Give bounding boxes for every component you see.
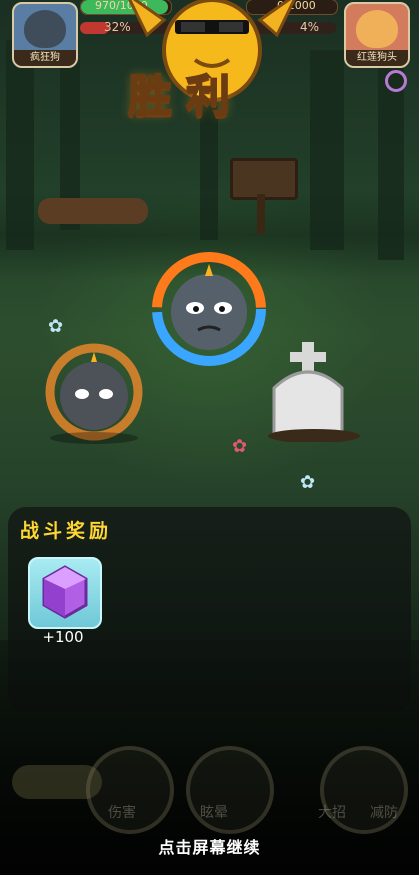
reward-item-amount: +100	[42, 628, 84, 646]
gravestone	[268, 342, 360, 442]
skill-label-defense-down: 减防	[370, 805, 398, 821]
skill-label-stun: 眩晕	[200, 805, 228, 821]
tap-to-continue-hint[interactable]: 点击屏幕继续	[0, 834, 419, 858]
enemy-character	[45, 343, 143, 444]
blue-flower-icon: ✿	[300, 472, 316, 493]
swirl-icon[interactable]	[385, 70, 407, 92]
fallen-log	[38, 198, 148, 224]
purple-gem-icon	[42, 565, 88, 619]
victory-title: 胜利	[127, 70, 244, 123]
game-screen[interactable]: ✿ ✿ ✿ 疯狂狗 970/1000 32% 红莲狗头 0/1000 4% 胜利…	[0, 0, 419, 875]
reward-panel-title: 战斗奖励	[20, 520, 113, 542]
left-player-avatar: 疯狂狗	[12, 2, 78, 68]
pink-flower-icon: ✿	[232, 436, 248, 457]
skill-label-damage: 伤害	[108, 805, 136, 821]
player-character	[152, 252, 266, 366]
left-player-name: 疯狂狗	[14, 50, 76, 66]
right-player-avatar: 红莲狗头	[344, 2, 410, 68]
right-player-name: 红莲狗头	[346, 50, 408, 66]
reward-item-card[interactable]	[28, 557, 102, 629]
skill-label-ultimate: 大招	[318, 805, 346, 821]
